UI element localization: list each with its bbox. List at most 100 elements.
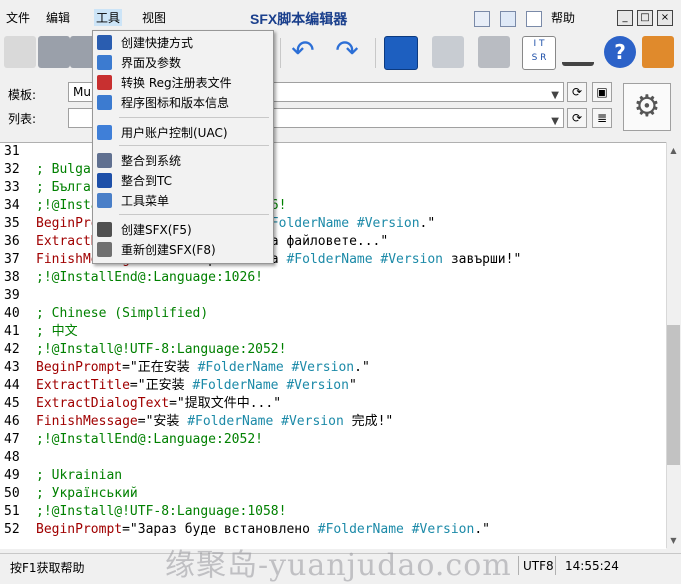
tools-menu-item[interactable]: 界面及参数	[93, 53, 271, 73]
tools-menu-item-label: 转换 Reg注册表文件	[121, 76, 232, 90]
tools-menu-item[interactable]: 程序图标和版本信息	[93, 93, 271, 113]
menu-icon	[97, 193, 112, 208]
line-number: 45	[4, 396, 20, 411]
line-number: 41	[4, 324, 20, 339]
tools-dropdown-menu: 创建快捷方式 界面及参数转换 Reg注册表文件 程序图标和版本信息用户账户控制(UA…	[92, 30, 274, 264]
document-icon[interactable]	[526, 11, 542, 27]
recreate-sfx-icon	[97, 242, 112, 257]
line-text: ; 中文	[36, 324, 78, 339]
tools-menu-item-label: 整合到TC	[121, 174, 173, 188]
notes-icon[interactable]: ≣	[592, 108, 612, 128]
redo-icon[interactable]: ↷	[331, 36, 363, 68]
tools-menu-item[interactable]: 创建SFX(F5)	[93, 220, 271, 240]
tools-menu-item[interactable]: 整合到系统	[93, 151, 271, 171]
refresh-doc-icon[interactable]	[500, 11, 516, 27]
maximize-button[interactable]: □	[637, 10, 653, 26]
create-sfx-icon	[97, 222, 112, 237]
editor-line[interactable]: 45 ExtractDialogText="提取文件中..."	[0, 395, 281, 413]
line-text: BeginPrompt="正在安装 #FolderName #Version."	[36, 360, 370, 375]
line-number: 47	[4, 432, 20, 447]
editor-line[interactable]: 49 ; Ukrainian	[0, 467, 122, 485]
template-label: 模板:	[8, 88, 37, 102]
undo-icon[interactable]: ↶	[287, 36, 319, 68]
refresh-icon[interactable]: ⟳	[567, 108, 587, 128]
tools-menu-item[interactable]: 工具菜单	[93, 191, 271, 211]
scrollbar-thumb[interactable]	[667, 325, 680, 465]
editor-line[interactable]: 40 ; Chinese (Simplified)	[0, 305, 208, 323]
pencil-icon[interactable]	[4, 36, 36, 68]
menu-tools[interactable]: 工具	[94, 9, 123, 26]
line-text: ExtractDialogText="提取文件中..."	[36, 396, 282, 411]
binder-icon[interactable]	[478, 36, 510, 68]
menu-view[interactable]: 视图	[140, 9, 168, 26]
tools-menu-item-label: 创建SFX(F5)	[121, 223, 192, 237]
line-text: ; Український	[36, 486, 138, 501]
editor-line[interactable]: 43 BeginPrompt="正在安装 #FolderName #Version…	[0, 359, 370, 377]
editor-line[interactable]: 51 ;!@Install@!UTF-8:Language:1058!	[0, 503, 286, 521]
line-text: ;!@InstallEnd@:Language:1026!	[36, 270, 263, 285]
line-number: 34	[4, 198, 20, 213]
shortcut-icon[interactable]	[384, 36, 418, 70]
editor-line[interactable]: 42 ;!@Install@!UTF-8:Language:2052!	[0, 341, 286, 359]
editor-line[interactable]: 47 ;!@InstallEnd@:Language:2052!	[0, 431, 263, 449]
camera-icon[interactable]: ▣	[592, 82, 612, 102]
save-icon[interactable]	[38, 36, 70, 68]
menu-edit[interactable]: 编辑	[44, 9, 72, 26]
tools-menu-item[interactable]: 用户账户控制(UAC)	[93, 123, 271, 143]
menu-separator	[119, 145, 269, 146]
editor-line[interactable]: 39	[0, 287, 36, 305]
line-number: 36	[4, 234, 20, 249]
refresh-icon[interactable]: ⟳	[567, 82, 587, 102]
tools-menu-item-label: 程序图标和版本信息	[121, 96, 230, 110]
editor-line[interactable]: 50 ; Український	[0, 485, 138, 503]
editor-line[interactable]: 48	[0, 449, 36, 467]
minimize-button[interactable]: _	[617, 10, 633, 26]
close-button[interactable]: ×	[657, 10, 673, 26]
line-text: ;!@InstallEnd@:Language:2052!	[36, 432, 263, 447]
settings-gear-icon[interactable]: ⚙	[623, 83, 671, 131]
tools-menu-item[interactable]: 创建快捷方式	[93, 33, 271, 53]
tools-menu-item[interactable]: 整合到TC	[93, 171, 271, 191]
help-icon[interactable]: ?	[604, 36, 636, 68]
folder-icon[interactable]	[432, 36, 464, 68]
menu-file[interactable]: 文件	[4, 9, 32, 26]
list-label: 列表:	[8, 112, 37, 126]
grid-view-icon[interactable]	[474, 11, 490, 27]
status-hint: 按F1获取帮助	[10, 561, 85, 575]
floppy-icon	[97, 173, 112, 188]
status-time: 14:55:24	[565, 559, 619, 573]
scroll-up-icon[interactable]: ▲	[666, 143, 681, 158]
editor-line[interactable]: 44 ExtractTitle="正安装 #FolderName #Version…	[0, 377, 357, 395]
line-text: ; Ukrainian	[36, 468, 123, 483]
status-encoding: UTF8	[523, 559, 554, 573]
line-number: 52	[4, 522, 20, 537]
tools-menu-item-label: 界面及参数	[121, 56, 182, 70]
tools-menu-item[interactable]: 转换 Reg注册表文件	[93, 73, 271, 93]
menu-help[interactable]: 帮助	[551, 9, 575, 26]
exit-icon[interactable]	[642, 36, 674, 68]
sort-icon[interactable]	[562, 36, 594, 66]
registry-icon	[97, 75, 112, 90]
chevron-down-icon: ▼	[551, 90, 559, 101]
tools-menu-item-label: 创建快捷方式	[121, 36, 194, 50]
tools-menu-item[interactable]: 重新创建SFX(F8)	[93, 240, 271, 260]
line-text: FinishMessage="安装 #FolderName #Version 完…	[36, 414, 394, 429]
scroll-down-icon[interactable]: ▼	[666, 533, 681, 548]
editor-line[interactable]: 38 ;!@InstallEnd@:Language:1026!	[0, 269, 263, 287]
tools-menu-item-label: 整合到系统	[121, 154, 182, 168]
line-number: 48	[4, 450, 20, 465]
line-number: 51	[4, 504, 20, 519]
editor-line[interactable]: 41 ; 中文	[0, 323, 78, 341]
line-text: ;!@Install@!UTF-8:Language:1058!	[36, 504, 287, 519]
app-icon	[97, 95, 112, 110]
its-grid-icon[interactable]: I TS R	[522, 36, 556, 70]
menu-separator	[119, 214, 269, 215]
shortcut-icon	[97, 35, 112, 50]
editor-line[interactable]: 31	[0, 143, 36, 161]
menu-separator	[119, 117, 269, 118]
line-number: 31	[4, 144, 20, 159]
app-title: SFX脚本编辑器	[250, 11, 348, 27]
line-number: 50	[4, 486, 20, 501]
editor-line[interactable]: 46 FinishMessage="安装 #FolderName #Version…	[0, 413, 393, 431]
editor-line[interactable]: 52 BeginPrompt="Зараз буде встановлено #F…	[0, 521, 490, 539]
